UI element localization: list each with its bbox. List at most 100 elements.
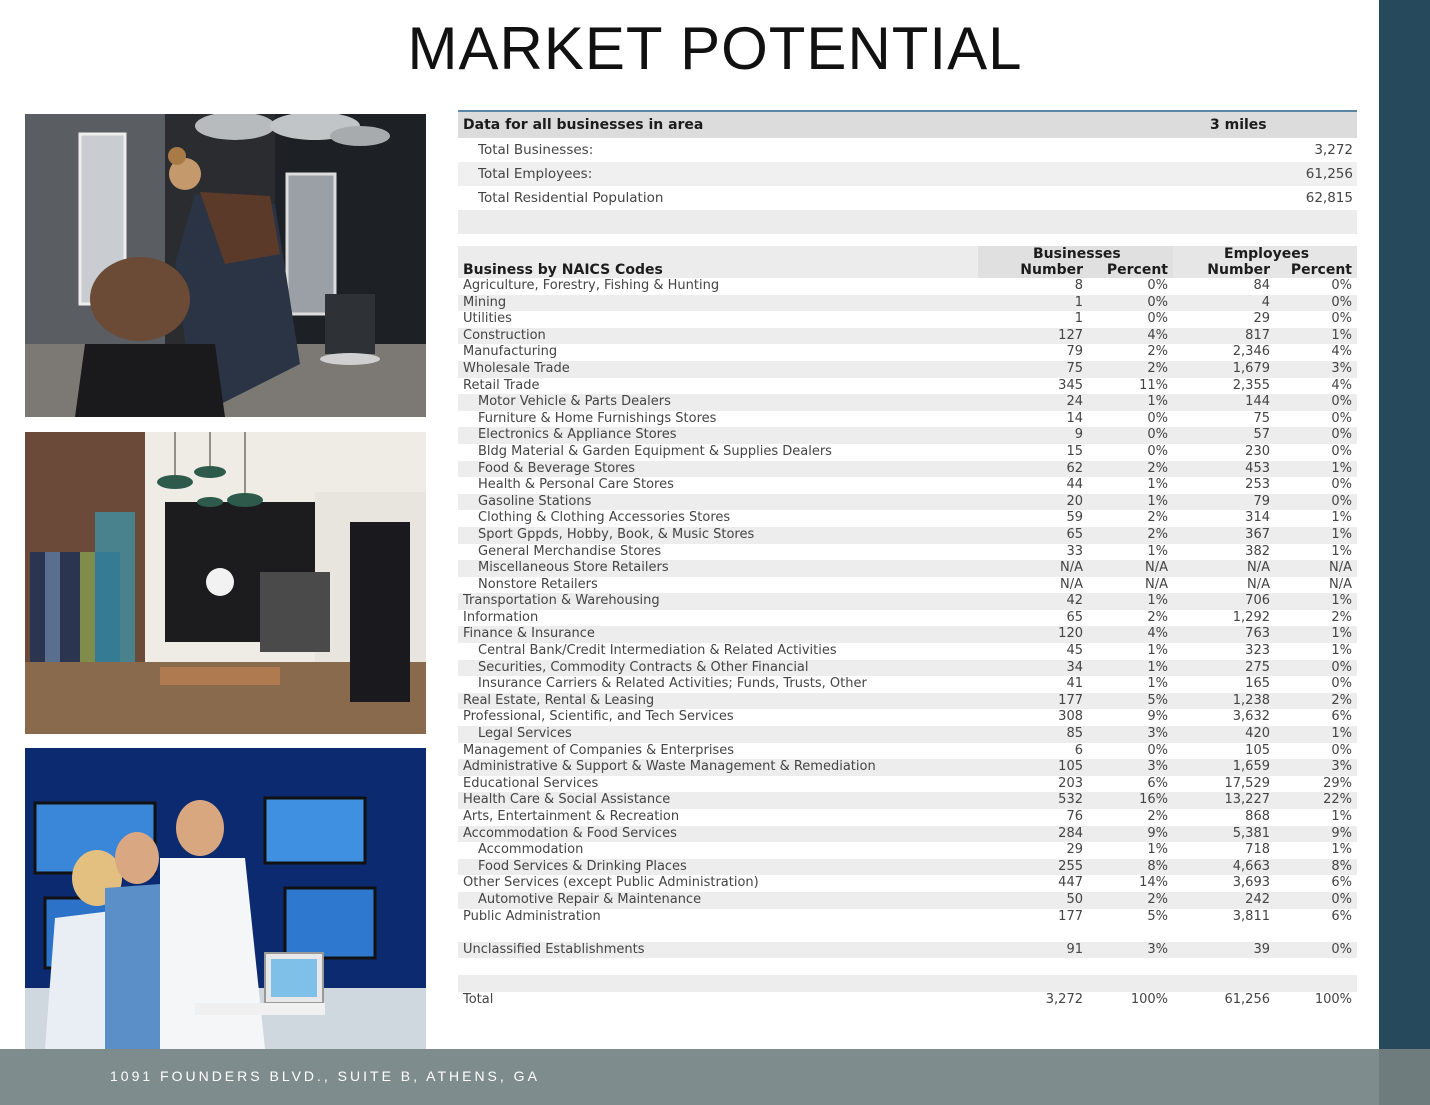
row-business-percent: 14%: [1139, 875, 1168, 891]
group-businesses: Businesses: [1033, 246, 1121, 262]
row-business-percent: 1%: [1147, 543, 1168, 559]
row-employee-percent: N/A: [1329, 560, 1352, 576]
table-row: Management of Companies & Enterprises 6 0%…: [458, 743, 1357, 760]
footer-corner: [1379, 1049, 1430, 1105]
col-employees-number: Number: [1207, 262, 1270, 278]
row-employee-number: 242: [1245, 891, 1270, 907]
row-employee-number: 1,238: [1232, 692, 1270, 708]
row-business-percent: 1%: [1147, 394, 1168, 410]
row-business-percent: 2%: [1147, 891, 1168, 907]
row-employee-number: 75: [1253, 410, 1270, 426]
row-employee-percent: 0%: [1331, 394, 1352, 410]
row-business-number: 79: [1066, 344, 1083, 360]
row-business-number: 6: [1074, 742, 1083, 758]
row-employee-percent: 0%: [1331, 891, 1352, 907]
row-employee-number: 79: [1253, 493, 1270, 509]
row-employee-percent: 100%: [1314, 991, 1352, 1007]
row-business-number: 284: [1058, 825, 1083, 841]
table-row: Transportation & Warehousing 42 1% 706 1%: [458, 593, 1357, 610]
row-employee-percent: 9%: [1331, 825, 1352, 841]
row-name: Public Administration: [463, 908, 601, 924]
row-employee-number: 61,256: [1224, 991, 1271, 1007]
row-business-number: 42: [1066, 593, 1083, 609]
row-business-number: N/A: [1060, 560, 1083, 576]
summary-header: Data for all businesses in area 3 miles: [458, 112, 1357, 138]
row-name: Agriculture, Forestry, Fishing & Hunting: [463, 278, 720, 293]
row-employee-number: 1,679: [1232, 360, 1270, 376]
row-employee-number: 706: [1245, 593, 1270, 609]
row-name: Accommodation & Food Services: [463, 825, 677, 841]
row-employee-percent: 1%: [1331, 809, 1352, 824]
col-businesses-number: Number: [1020, 262, 1083, 278]
row-business-percent: 0%: [1147, 311, 1168, 327]
row-employee-number: 29: [1253, 311, 1270, 327]
row-employee-percent: 0%: [1331, 676, 1352, 692]
row-business-percent: 2%: [1147, 609, 1168, 625]
row-employee-percent: N/A: [1329, 576, 1352, 592]
row-employee-number: 367: [1245, 526, 1270, 542]
table-row: Nonstore Retailers N/A N/A N/A N/A: [458, 577, 1357, 594]
table-row: Sport Gppds, Hobby, Book, & Music Stores…: [458, 526, 1357, 544]
row-business-percent: 2%: [1147, 809, 1168, 824]
row-employee-percent: 1%: [1331, 593, 1352, 609]
row-business-percent: 0%: [1147, 427, 1168, 443]
row-business-number: 76: [1066, 809, 1083, 824]
row-employee-percent: 0%: [1331, 427, 1352, 443]
summary-label: Total Businesses:: [478, 142, 594, 158]
row-name: Retail Trade: [463, 377, 540, 393]
row-employee-number: 314: [1245, 510, 1270, 526]
row-business-percent: 0%: [1147, 742, 1168, 758]
row-business-number: 75: [1066, 360, 1083, 376]
row-employee-percent: 2%: [1331, 692, 1352, 708]
row-business-number: N/A: [1060, 576, 1083, 592]
table-row: Information 65 2% 1,292 2%: [458, 610, 1357, 627]
row-name: Arts, Entertainment & Recreation: [463, 809, 680, 824]
row-name: Administrative & Support & Waste Managem…: [463, 759, 876, 775]
row-business-percent: 8%: [1147, 858, 1168, 874]
summary-header-radius: 3 miles: [1210, 117, 1267, 133]
row-employee-number: 144: [1245, 394, 1270, 410]
row-employee-number: 1,659: [1232, 759, 1270, 775]
row-business-number: 33: [1066, 543, 1083, 559]
summary-label: Total Residential Population: [478, 190, 664, 206]
row-employee-percent: 4%: [1331, 344, 1352, 360]
row-name: Clothing & Clothing Accessories Stores: [478, 510, 731, 526]
row-name: Miscellaneous Store Retailers: [478, 560, 669, 576]
table-row: Central Bank/Credit Intermediation & Rel…: [458, 643, 1357, 660]
table-row: Real Estate, Rental & Leasing 177 5% 1,238 2…: [458, 692, 1357, 710]
row-name: Securities, Commodity Contracts & Other …: [478, 659, 809, 675]
right-accent-bar: [1379, 0, 1430, 1049]
row-business-percent: 11%: [1139, 377, 1168, 393]
row-employee-number: 4,663: [1232, 858, 1270, 874]
row-employee-number: 763: [1245, 626, 1270, 642]
row-name: Professional, Scientific, and Tech Servi…: [463, 709, 734, 725]
table-row: Food & Beverage Stores 62 2% 453 1%: [458, 460, 1357, 478]
row-employee-percent: 6%: [1331, 875, 1352, 891]
row-business-number: 14: [1066, 410, 1083, 426]
blank-row: [458, 974, 1357, 992]
row-business-percent: 2%: [1147, 526, 1168, 542]
row-business-percent: 0%: [1147, 278, 1168, 293]
row-business-number: 65: [1066, 609, 1083, 625]
photo-hair-salon: [25, 114, 426, 417]
row-employee-number: 17,529: [1224, 775, 1271, 791]
row-name: Management of Companies & Enterprises: [463, 742, 735, 758]
table-row: Accommodation & Food Services 284 9% 5,381 9…: [458, 825, 1357, 843]
summary-value: 61,256: [1305, 166, 1353, 182]
row-business-number: 177: [1058, 908, 1083, 924]
row-business-percent: 3%: [1147, 941, 1168, 957]
row-business-number: 91: [1066, 941, 1083, 957]
table-row: Securities, Commodity Contracts & Other …: [458, 659, 1357, 677]
row-business-number: 120: [1058, 626, 1083, 642]
row-business-number: 34: [1066, 659, 1083, 675]
row-name: Sport Gppds, Hobby, Book, & Music Stores: [478, 526, 755, 542]
table-row: Motor Vehicle & Parts Dealers 24 1% 144 0%: [458, 394, 1357, 411]
table-row: Wholesale Trade 75 2% 1,679 3%: [458, 360, 1357, 378]
table-row: Food Services & Drinking Places 255 8% 4,66…: [458, 858, 1357, 876]
table-row: Furniture & Home Furnishings Stores 14 0% 7…: [458, 411, 1357, 428]
table-row: Miscellaneous Store Retailers N/A N/A N/A N/…: [458, 560, 1357, 577]
row-employee-number: 13,227: [1224, 792, 1271, 808]
row-business-number: 9: [1074, 427, 1083, 443]
footer-address: 1091 FOUNDERS BLVD., SUITE B, ATHENS, GA: [110, 1068, 540, 1084]
